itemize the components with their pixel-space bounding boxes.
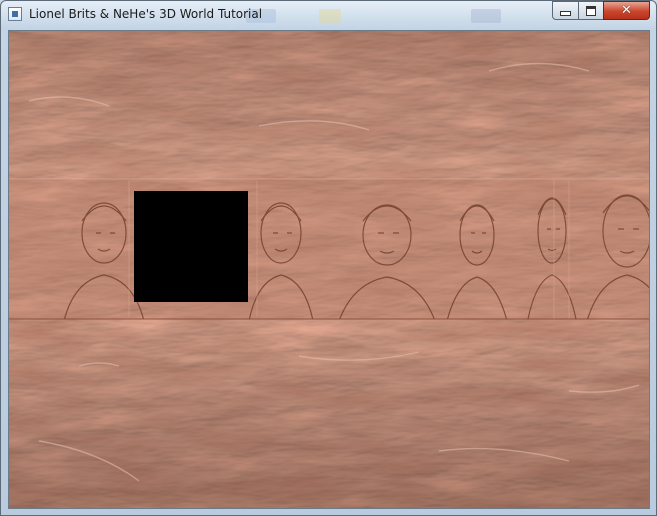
app-icon[interactable]	[8, 7, 22, 21]
close-icon: ✕	[621, 3, 632, 18]
application-window: Lionel Brits & NeHe's 3D World Tutorial …	[0, 0, 657, 516]
maximize-button[interactable]	[578, 1, 604, 20]
maximize-icon	[586, 5, 596, 16]
opengl-viewport[interactable]	[8, 30, 650, 509]
background-ghost	[471, 9, 501, 23]
3d-scene	[9, 31, 649, 508]
minimize-button[interactable]	[552, 1, 579, 20]
title-bar[interactable]: Lionel Brits & NeHe's 3D World Tutorial …	[1, 1, 656, 29]
window-title: Lionel Brits & NeHe's 3D World Tutorial	[29, 7, 263, 21]
minimize-icon	[560, 11, 571, 16]
close-button[interactable]: ✕	[603, 1, 650, 20]
window-controls: ✕	[552, 1, 650, 21]
background-ghost	[319, 9, 341, 23]
black-opening	[134, 191, 248, 302]
